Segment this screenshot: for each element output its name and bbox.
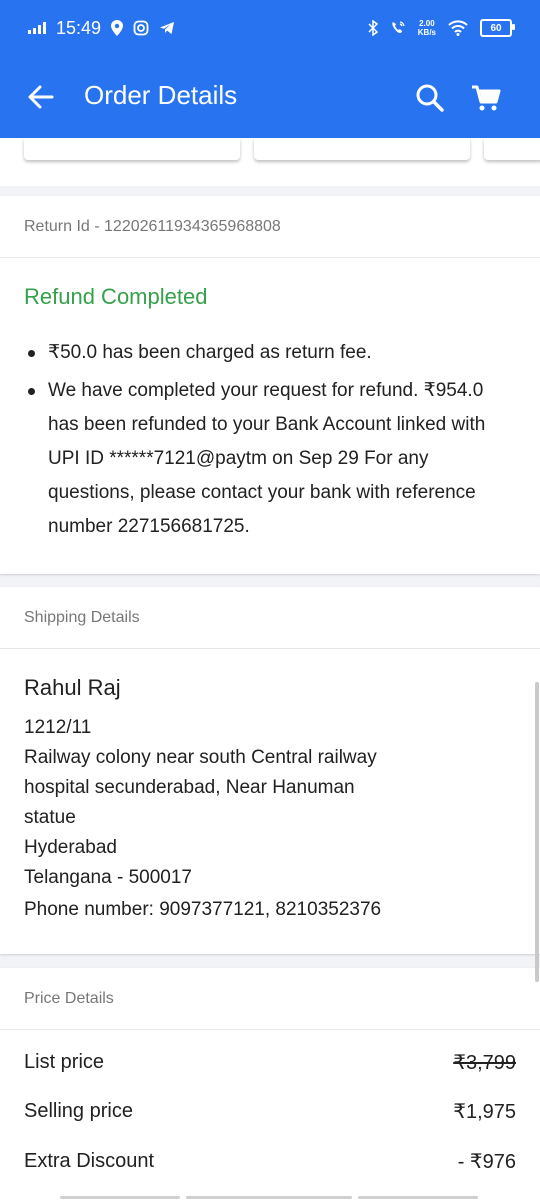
- app-bar: Order Details: [0, 56, 540, 138]
- price-value: ₹1,975: [453, 1100, 516, 1123]
- location-icon: [111, 20, 124, 36]
- return-id: Return Id - 12202611934365968808: [0, 196, 540, 258]
- item-card[interactable]: [24, 138, 240, 160]
- item-card[interactable]: [254, 138, 470, 160]
- page-title: Order Details: [84, 80, 238, 110]
- network-speed: 2.00 KB/s: [418, 19, 436, 37]
- status-bar: 15:49 2.00 KB/s 60: [0, 0, 540, 56]
- scrollbar[interactable]: [535, 682, 539, 982]
- order-details-content[interactable]: Return Id - 12202611934365968808 Refund …: [0, 138, 540, 1200]
- bluetooth-icon: [368, 20, 378, 36]
- price-details-card: Price Details List price ₹3,799 Selling …: [0, 968, 540, 1200]
- network-speed-value: 2.00: [419, 19, 435, 28]
- shipping-header: Shipping Details: [0, 587, 540, 649]
- price-row-extra-discount: Extra Discount - ₹976: [24, 1141, 516, 1181]
- address-line: Hyderabad: [24, 837, 117, 858]
- price-details-header: Price Details: [0, 968, 540, 1030]
- status-time: 15:49: [56, 17, 102, 38]
- cart-icon[interactable]: [470, 82, 502, 114]
- status-bar-right: 2.00 KB/s 60: [368, 19, 515, 37]
- shipping-card: Shipping Details Rahul Raj 1212/11 Railw…: [0, 587, 540, 954]
- price-value: ₹3,799: [453, 1051, 516, 1074]
- item-cards-strip: [0, 138, 540, 186]
- price-row-selling-price: Selling price ₹1,975: [24, 1091, 516, 1131]
- address-line: 1212/11: [24, 717, 92, 738]
- network-speed-unit: KB/s: [417, 28, 436, 37]
- address-line: statue: [24, 807, 76, 828]
- shipping-address-block: Rahul Raj 1212/11 Railway colony near so…: [24, 675, 514, 925]
- price-label: Selling price: [24, 1099, 133, 1122]
- price-label: List price: [24, 1050, 105, 1073]
- item-card[interactable]: [484, 138, 540, 160]
- gesture-hint-bar: [0, 1196, 540, 1200]
- refund-status-title: Refund Completed: [24, 284, 208, 309]
- wifi-calling-icon: [392, 21, 405, 33]
- address-line: Telangana - 500017: [24, 867, 192, 888]
- list-item: ₹50.0 has been charged as return fee.: [24, 336, 514, 370]
- return-card: Return Id - 12202611934365968808 Refund …: [0, 196, 540, 574]
- recipient-name: Rahul Raj: [24, 675, 121, 700]
- arrow-left-icon[interactable]: [26, 82, 56, 112]
- instagram-icon: [133, 20, 149, 36]
- price-value: - ₹976: [457, 1150, 516, 1173]
- telegram-icon: [160, 22, 175, 34]
- address-line: hospital secunderabad, Near Hanuman: [24, 777, 355, 798]
- wifi-icon: [448, 20, 468, 36]
- price-row-list-price: List price ₹3,799: [24, 1042, 516, 1082]
- battery-level: 60: [490, 22, 502, 34]
- price-label: Extra Discount: [24, 1149, 155, 1172]
- list-item: We have completed your request for refun…: [24, 374, 514, 544]
- battery-icon: 60: [480, 19, 515, 37]
- search-icon[interactable]: [414, 82, 446, 114]
- address-line: Railway colony near south Central railwa…: [24, 747, 377, 768]
- status-bar-left: 15:49: [28, 18, 175, 39]
- phone-number: Phone number: 9097377121, 8210352376: [24, 899, 382, 920]
- signal-icon: [28, 22, 46, 34]
- refund-info-list: ₹50.0 has been charged as return fee. We…: [24, 336, 514, 548]
